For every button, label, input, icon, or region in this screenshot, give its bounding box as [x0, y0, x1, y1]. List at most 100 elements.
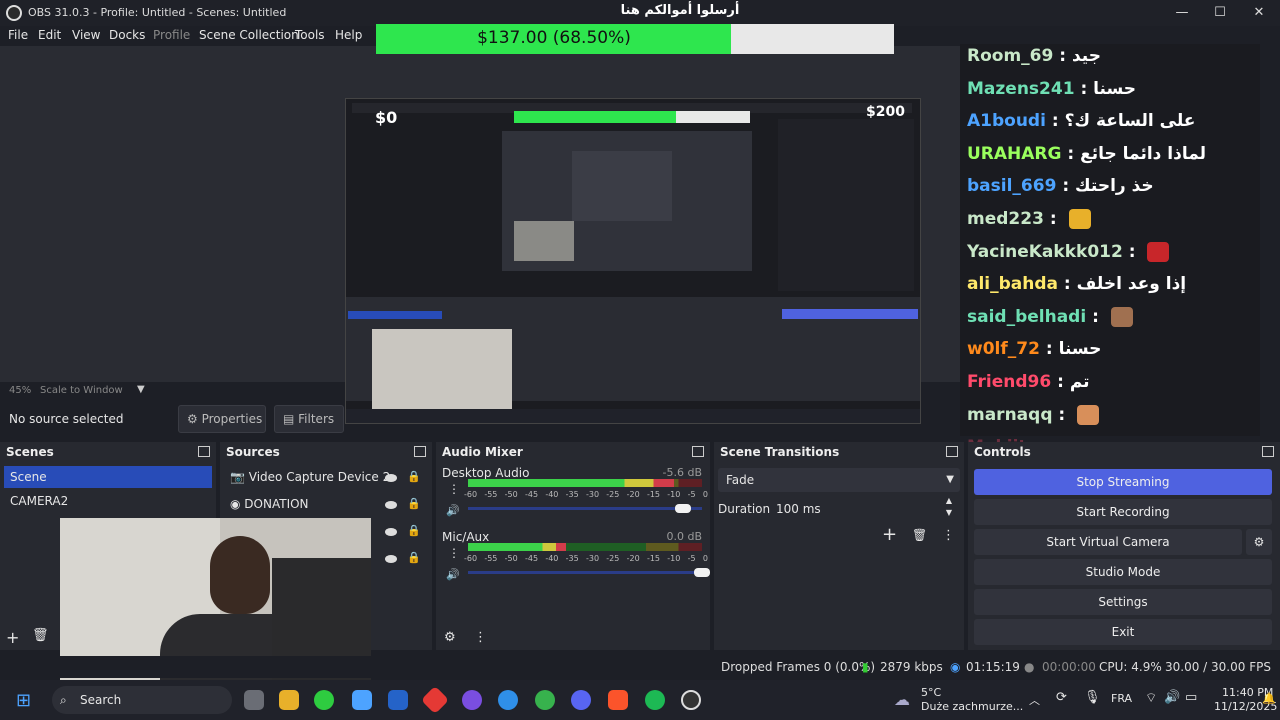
- chevron-up-icon[interactable]: ︿: [1029, 692, 1040, 708]
- donation-title: أرسلوا أموالكم هنا: [620, 3, 740, 18]
- source-context-bar: No source selected ⚙ Properties ▤ Filter…: [0, 405, 960, 435]
- trash-icon[interactable]: 🗑: [32, 628, 49, 643]
- eye-icon[interactable]: [385, 474, 397, 482]
- volume-slider-track[interactable]: [468, 571, 702, 574]
- wifi-icon[interactable]: ⌔: [1145, 690, 1157, 706]
- store-icon[interactable]: [388, 690, 408, 710]
- filters-button[interactable]: ▤ Filters: [274, 405, 344, 433]
- menu-help[interactable]: Help: [335, 28, 362, 42]
- scale-tick: 0: [702, 554, 708, 563]
- more-icon[interactable]: ⋮: [474, 630, 487, 645]
- chevron-down-icon: ▼: [946, 474, 954, 485]
- more-icon[interactable]: ⋮: [942, 528, 955, 543]
- obs-icon[interactable]: [681, 690, 701, 710]
- emote-icon: [1068, 209, 1091, 229]
- scene-item[interactable]: CAMERA2: [4, 490, 212, 512]
- menu-scene-collection[interactable]: Scene Collection: [199, 28, 299, 42]
- popout-icon[interactable]: [692, 446, 704, 457]
- window-title: OBS 31.0.3 - Profile: Untitled - Scenes:…: [28, 6, 287, 19]
- popout-icon[interactable]: [1262, 446, 1274, 457]
- transition-select[interactable]: Fade ▼: [718, 468, 960, 492]
- lock-icon[interactable]: 🔒: [407, 497, 421, 510]
- eye-icon[interactable]: [385, 501, 397, 509]
- lock-icon[interactable]: 🔒: [407, 470, 421, 483]
- audio-mixer-header: Audio Mixer: [436, 442, 710, 462]
- volume-icon[interactable]: 🔊: [1164, 690, 1180, 705]
- add-transition-icon[interactable]: +: [882, 524, 897, 545]
- spotify-icon[interactable]: [645, 690, 665, 710]
- track-db: 0.0 dB: [666, 530, 702, 543]
- xbox-icon[interactable]: [314, 690, 334, 710]
- volume-slider-handle[interactable]: [675, 504, 692, 513]
- maximize-icon[interactable]: ☐: [1205, 4, 1235, 22]
- stop-streaming-button[interactable]: Stop Streaming: [974, 469, 1272, 495]
- popout-icon[interactable]: [414, 446, 426, 457]
- windows-start-icon[interactable]: ⊞: [16, 690, 36, 711]
- menu-profile[interactable]: Profile: [153, 28, 190, 42]
- language-indicator[interactable]: FRA: [1111, 692, 1132, 705]
- menu-tools[interactable]: Tools: [295, 28, 325, 42]
- browser-icon[interactable]: [498, 690, 518, 710]
- volume-icon[interactable]: 🔊: [446, 568, 460, 581]
- taskbar-search[interactable]: ⌕ Search: [52, 686, 232, 714]
- bitrate: 2879 kbps: [880, 660, 943, 674]
- anydesk-icon[interactable]: [420, 685, 450, 715]
- add-scene-icon[interactable]: +: [6, 628, 19, 647]
- more-icon[interactable]: ⋮: [448, 482, 460, 496]
- brave-icon[interactable]: [608, 690, 628, 710]
- popout-icon[interactable]: [946, 446, 958, 457]
- close-icon[interactable]: ✕: [1244, 4, 1274, 22]
- chevron-down-icon[interactable]: ▼: [137, 384, 145, 395]
- volume-icon[interactable]: 🔊: [446, 504, 460, 517]
- duration-label: Duration: [718, 502, 771, 516]
- eye-icon[interactable]: [385, 528, 397, 536]
- scene-item[interactable]: Scene: [4, 466, 212, 488]
- lock-icon[interactable]: 🔒: [407, 551, 421, 564]
- properties-button[interactable]: ⚙ Properties: [178, 405, 266, 433]
- audio-mixer-dock: Audio Mixer ⚙ ⋮ Desktop Audio -5.6 dB ⋮ 🔊 -6…: [436, 442, 710, 650]
- start-recording-button[interactable]: Start Recording: [974, 499, 1272, 525]
- mic-icon[interactable]: 🎙: [1084, 690, 1101, 705]
- obs-logo-icon: [6, 5, 22, 21]
- chat-message: Mazens241 : حسنا: [967, 79, 1136, 99]
- minimize-icon[interactable]: —: [1167, 4, 1197, 22]
- menu-docks[interactable]: Docks: [109, 28, 145, 42]
- duration-field[interactable]: 100 ms ▲ ▼: [772, 495, 960, 521]
- green-app-icon[interactable]: [535, 690, 555, 710]
- discord-icon[interactable]: [571, 690, 591, 710]
- start-virtual-camera-button[interactable]: Start Virtual Camera: [974, 529, 1242, 555]
- trash-icon[interactable]: 🗑: [912, 528, 927, 542]
- scale-tick: 0: [702, 490, 708, 499]
- popout-icon[interactable]: [198, 446, 210, 457]
- eye-icon[interactable]: [385, 555, 397, 563]
- gear-icon[interactable]: ⚙: [1246, 529, 1272, 555]
- battery-icon[interactable]: ▭: [1185, 690, 1197, 705]
- chat-app-icon[interactable]: [462, 690, 482, 710]
- exit-button[interactable]: Exit: [974, 619, 1272, 645]
- menu-edit[interactable]: Edit: [38, 28, 61, 42]
- lock-icon[interactable]: 🔒: [407, 524, 421, 537]
- volume-slider-handle[interactable]: [694, 568, 710, 577]
- menu-view[interactable]: View: [72, 28, 100, 42]
- chat-separator: :: [1052, 404, 1072, 425]
- scale-tick: -30: [585, 554, 600, 563]
- task-view-icon[interactable]: [244, 690, 264, 710]
- menu-bar: File Edit View Docks Profile Scene Colle…: [0, 26, 370, 46]
- sync-icon[interactable]: ⟳: [1056, 690, 1067, 705]
- filters-label: Filters: [298, 412, 335, 426]
- chat-text: حسنا: [1058, 339, 1102, 360]
- volume-slider-track[interactable]: [468, 507, 702, 510]
- stepper-icon[interactable]: ▲ ▼: [946, 495, 952, 519]
- gear-icon[interactable]: ⚙: [444, 630, 456, 645]
- more-icon[interactable]: ⋮: [448, 546, 460, 560]
- studio-mode-button[interactable]: Studio Mode: [974, 559, 1272, 585]
- chat-message: URAHARG : لماذا دائما جائع: [967, 144, 1206, 164]
- settings-button[interactable]: Settings: [974, 589, 1272, 615]
- notification-icon[interactable]: 🔔: [1262, 692, 1276, 705]
- edge-icon[interactable]: [352, 690, 372, 710]
- file-explorer-icon[interactable]: [279, 690, 299, 710]
- preview-canvas[interactable]: $0 $200: [0, 46, 960, 424]
- menu-file[interactable]: File: [8, 28, 28, 42]
- zoom-mode[interactable]: Scale to Window: [40, 385, 123, 396]
- chat-text: جيد: [1071, 46, 1101, 66]
